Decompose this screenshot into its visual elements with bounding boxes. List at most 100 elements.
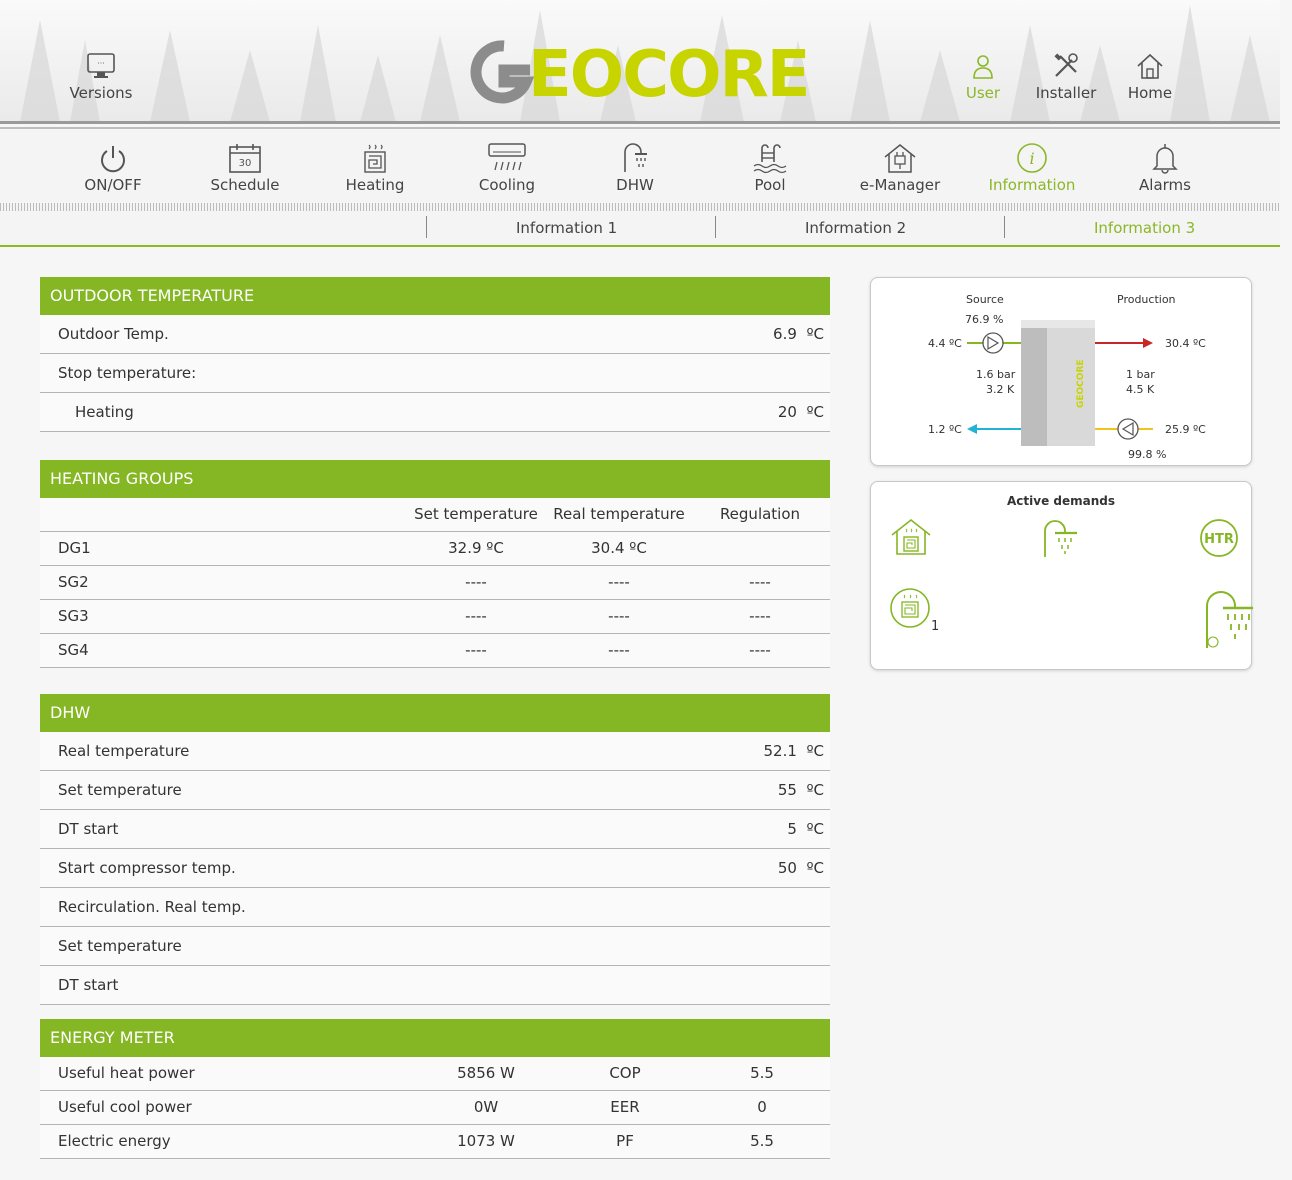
nav-information-label: Information xyxy=(988,176,1076,194)
heating-icon xyxy=(364,144,386,173)
header-bar: ··· Versions EOCORE User Installer Home xyxy=(0,0,1280,122)
heat-pump-diagram: Source Production 76.9 % 4.4 ºC 1.6 bar … xyxy=(870,277,1252,466)
nav-dhw-label: DHW xyxy=(616,176,654,194)
nav-heating[interactable]: Heating xyxy=(340,142,410,194)
unit-brand: GEOCORE xyxy=(1076,359,1086,408)
dhw-row: Real temperature 52.1 ºC xyxy=(40,732,830,771)
cold-arrow-icon xyxy=(967,424,977,434)
nav-schedule[interactable]: 30 Schedule xyxy=(205,142,285,194)
meter-label: Electric energy xyxy=(58,1132,171,1150)
row-value: 5 ºC xyxy=(787,820,824,838)
svg-text:···: ··· xyxy=(97,59,105,68)
row-label: Start compressor temp. xyxy=(58,859,236,877)
svg-text:EOCORE: EOCORE xyxy=(528,38,809,104)
metric-value: 5.5 xyxy=(750,1064,774,1082)
panel-title: HEATING GROUPS xyxy=(40,460,830,498)
row-value: 20 ºC xyxy=(777,403,824,421)
dhw-row: Set temperature xyxy=(40,927,830,966)
nav-cooling-label: Cooling xyxy=(478,176,536,194)
regulation: ---- xyxy=(749,641,771,659)
meter-label: Useful heat power xyxy=(58,1064,195,1082)
set-temp: ---- xyxy=(465,641,487,659)
geocore-logo: EOCORE xyxy=(470,38,810,104)
group-name: SG3 xyxy=(58,607,89,625)
info-icon: i xyxy=(1017,143,1047,173)
nav-dhw[interactable]: DHW xyxy=(610,142,660,194)
real-temp: 30.4 ºC xyxy=(591,539,647,557)
versions-label: Versions xyxy=(69,84,133,102)
regulation: ---- xyxy=(749,573,771,591)
production-pump-icon xyxy=(1117,418,1139,440)
power-icon xyxy=(101,146,125,173)
nav-information[interactable]: i Information xyxy=(982,142,1082,194)
sub-nav-divider xyxy=(1004,216,1005,238)
table-row: Useful heat power 5856 W COP 5.5 xyxy=(40,1057,830,1091)
dhw-panel: DHW Real temperature 52.1 ºC Set tempera… xyxy=(40,694,830,1005)
house-plug-icon xyxy=(884,144,916,173)
sub-nav: Information 1 Information 2 Information … xyxy=(0,211,1280,247)
real-temp: ---- xyxy=(608,573,630,591)
tab-information-2[interactable]: Information 2 xyxy=(805,219,906,237)
regulation: ---- xyxy=(749,607,771,625)
calendar-icon: 30 xyxy=(229,144,261,173)
heat-pump-schematic: GEOCORE xyxy=(967,320,1153,446)
nav-alarms[interactable]: Alarms xyxy=(1130,142,1200,194)
set-temp: 32.9 ºC xyxy=(448,539,504,557)
row-label: Real temperature xyxy=(58,742,190,760)
nav-pool[interactable]: Pool xyxy=(745,142,795,194)
svg-text:i: i xyxy=(1029,149,1034,168)
table-row: SG3 ---- ---- ---- xyxy=(40,600,830,634)
table-row: SG4 ---- ---- ---- xyxy=(40,634,830,668)
row-label: Recirculation. Real temp. xyxy=(58,898,246,916)
metric-value: 5.5 xyxy=(750,1132,774,1150)
tab-information-3[interactable]: Information 3 xyxy=(1094,219,1195,237)
panel-title: OUTDOOR TEMPERATURE xyxy=(40,277,830,315)
dhw-recirculation-icon xyxy=(1206,591,1253,648)
dhw-row: Start compressor temp. 50 ºC xyxy=(40,849,830,888)
outdoor-temp-row: Outdoor Temp. 6.9 ºC xyxy=(40,315,830,354)
tools-icon xyxy=(1054,53,1078,77)
tab-information-1[interactable]: Information 1 xyxy=(516,219,617,237)
real-temp: ---- xyxy=(608,641,630,659)
metric-label: COP xyxy=(609,1064,641,1082)
table-row: SG2 ---- ---- ---- xyxy=(40,566,830,600)
row-label: Outdoor Temp. xyxy=(58,325,169,343)
row-label: DT start xyxy=(58,976,119,994)
user-button[interactable]: User xyxy=(958,52,1008,102)
nav-pool-label: Pool xyxy=(754,176,786,194)
nav-stripe xyxy=(0,203,1280,211)
column-header: Set temperature xyxy=(414,505,538,523)
meter-label: Useful cool power xyxy=(58,1098,192,1116)
nav-alarms-label: Alarms xyxy=(1139,176,1191,194)
home-button[interactable]: Home xyxy=(1124,52,1176,102)
outdoor-temperature-panel: OUTDOOR TEMPERATURE Outdoor Temp. 6.9 ºC… xyxy=(40,277,830,432)
table-header: Set temperature Real temperature Regulat… xyxy=(40,498,830,532)
nav-emanager[interactable]: e-Manager xyxy=(855,142,945,194)
monitor-icon: ··· xyxy=(87,53,115,78)
bell-icon xyxy=(1152,144,1178,174)
htr-badge-icon: HTR xyxy=(1200,519,1238,557)
row-value: 55 ºC xyxy=(777,781,824,799)
calendar-badge: 30 xyxy=(239,158,252,169)
table-row: DG1 32.9 ºC 30.4 ºC xyxy=(40,532,830,566)
row-value: 6.9 ºC xyxy=(773,325,824,343)
htr-label: HTR xyxy=(1204,532,1234,547)
row-label: Heating xyxy=(75,403,134,421)
meter-value: 1073 W xyxy=(457,1132,515,1150)
installer-button[interactable]: Installer xyxy=(1030,52,1102,102)
installer-label: Installer xyxy=(1035,84,1097,102)
versions-button[interactable]: ··· Versions xyxy=(64,52,138,102)
header-divider xyxy=(0,121,1280,124)
nav-onoff[interactable]: ON/OFF xyxy=(78,142,148,194)
heating-group-icon xyxy=(890,588,930,628)
group-name: SG2 xyxy=(58,573,89,591)
user-icon xyxy=(973,55,993,79)
home-label: Home xyxy=(1127,84,1173,102)
panel-title: DHW xyxy=(40,694,830,732)
active-demands-title: Active demands xyxy=(1007,494,1115,508)
user-label: User xyxy=(965,84,1001,102)
nav-cooling[interactable]: Cooling xyxy=(472,142,542,194)
group-name: SG4 xyxy=(58,641,89,659)
real-temp: ---- xyxy=(608,607,630,625)
set-temp: ---- xyxy=(465,573,487,591)
